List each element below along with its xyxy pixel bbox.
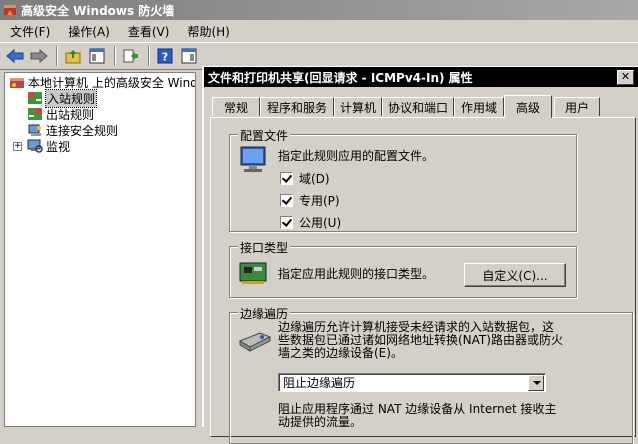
profiles-description: 指定此规则应用的配置文件。 <box>278 149 435 163</box>
svg-text:?: ? <box>162 51 168 64</box>
checkbox-label: 域(D) <box>299 172 330 186</box>
tree-item-connection-security-rules[interactable]: 连接安全规则 <box>27 122 118 138</box>
tree-item-label: 出站规则 <box>46 107 95 122</box>
connection-security-icon <box>27 123 43 137</box>
chevron-down-icon[interactable] <box>528 375 544 391</box>
toolbar-separator <box>148 46 150 66</box>
tab-general[interactable]: 常规 <box>212 97 260 116</box>
interface-types-group: 接口类型 指定应用此规则的接口类型。 自定义(C)... <box>229 239 577 298</box>
checkbox-label: 公用(U) <box>299 216 342 230</box>
console-tree: 本地计算机 上的高级安全 Wind 入站规则 出站规则 连接安全规则 + 监视 <box>4 72 196 427</box>
menu-help[interactable]: 帮助(H) <box>177 23 237 40</box>
inbound-rules-icon <box>27 91 43 105</box>
tree-item-inbound-rules[interactable]: 入站规则 <box>27 88 98 108</box>
profiles-legend: 配置文件 <box>238 127 291 144</box>
advanced-tab-panel: 配置文件 指定此规则应用的配置文件。 域(D) 专用(P) 公用(U) 接口类型 <box>210 117 636 444</box>
customize-button-label: 自定义(C)... <box>482 268 548 283</box>
interface-types-legend: 接口类型 <box>238 239 291 256</box>
monitor-expand-toggle[interactable]: + <box>13 142 22 151</box>
help-line: 动提供的流量。 <box>278 415 363 429</box>
public-checkbox[interactable]: 公用(U) <box>280 214 341 231</box>
rule-properties-dialog: 文件和打印机共享(回显请求 - ICMPv4-In) 属性 ✕ 常规 程序和服务… <box>202 66 638 444</box>
toolbar-separator <box>56 46 58 66</box>
main-window-title: 高级安全 Windows 防火墙 <box>21 3 175 18</box>
tree-item-label: 连接安全规则 <box>46 123 119 138</box>
domain-checkbox[interactable]: 域(D) <box>280 170 330 187</box>
tab-label: 作用域 <box>460 100 497 115</box>
tab-label: 常规 <box>223 100 248 115</box>
edge-traversal-group: 边缘遍历 边缘遍历允许计算机接受未经请求的入站数据包，这 些数据包已通过诸如网络… <box>229 305 633 444</box>
up-folder-icon[interactable] <box>62 45 84 67</box>
tree-item-monitoring[interactable]: 监视 <box>27 138 70 154</box>
tree-root-item[interactable]: 本地计算机 上的高级安全 Wind <box>9 74 196 90</box>
tree-item-label: 入站规则 <box>44 88 98 108</box>
menu-file[interactable]: 文件(F) <box>0 23 58 40</box>
menu-view[interactable]: 查看(V) <box>118 23 178 40</box>
tab-label: 协议和端口 <box>387 100 448 115</box>
checkbox-label: 专用(P) <box>299 194 340 208</box>
tab-users[interactable]: 用户 <box>554 97 600 116</box>
tab-protocols-ports[interactable]: 协议和端口 <box>382 97 454 116</box>
help-icon[interactable]: ? <box>154 45 176 67</box>
interface-types-description: 指定应用此规则的接口类型。 <box>278 267 435 281</box>
checkbox-box[interactable] <box>280 194 293 207</box>
outbound-rules-icon <box>27 107 43 121</box>
monitoring-icon <box>27 139 43 153</box>
tab-label: 程序和服务 <box>266 100 327 115</box>
tree-root-label: 本地计算机 上的高级安全 Wind <box>28 75 196 90</box>
tab-computers[interactable]: 计算机 <box>334 97 382 116</box>
network-card-icon <box>238 259 270 292</box>
profiles-group: 配置文件 指定此规则应用的配置文件。 域(D) 专用(P) 公用(U) <box>229 127 577 232</box>
back-arrow-icon[interactable] <box>4 45 26 67</box>
select-value: 阻止边缘遍历 <box>283 376 356 390</box>
firewall-computer-icon <box>9 75 25 89</box>
tree-item-outbound-rules[interactable]: 出站规则 <box>27 106 94 122</box>
customize-button[interactable]: 自定义(C)... <box>464 263 566 287</box>
tab-programs-services[interactable]: 程序和服务 <box>260 97 334 116</box>
checkbox-box[interactable] <box>280 216 293 229</box>
firewall-app-icon <box>3 3 17 17</box>
edge-traversal-description: 边缘遍历允许计算机接受未经请求的入站数据包，这 些数据包已通过诸如网络地址转换(… <box>278 321 563 360</box>
description-line: 墙之类的边缘设备(E)。 <box>278 346 403 360</box>
checkbox-box[interactable] <box>280 172 293 185</box>
forward-arrow-icon[interactable] <box>28 45 50 67</box>
tab-label: 高级 <box>515 100 540 115</box>
main-title-bar: 高级安全 Windows 防火墙 <box>0 0 638 20</box>
tab-advanced[interactable]: 高级 <box>504 95 552 118</box>
toolbar-separator <box>114 46 116 66</box>
dialog-title: 文件和打印机共享(回显请求 - ICMPv4-In) 属性 <box>208 70 473 85</box>
menu-action[interactable]: 操作(A) <box>58 23 118 40</box>
edge-traversal-help: 阻止应用程序通过 NAT 边缘设备从 Internet 接收主 动提供的流量。 <box>278 403 557 429</box>
dialog-title-bar: 文件和打印机共享(回显请求 - ICMPv4-In) 属性 <box>204 67 638 87</box>
properties-pane-icon[interactable] <box>178 45 200 67</box>
tab-label: 计算机 <box>339 100 376 115</box>
menu-bar: 文件(F) 操作(A) 查看(V) 帮助(H) <box>0 20 638 42</box>
private-checkbox[interactable]: 专用(P) <box>280 192 340 209</box>
close-icon[interactable]: ✕ <box>617 70 634 85</box>
edge-traversal-select[interactable]: 阻止边缘遍历 <box>278 373 546 392</box>
export-list-icon[interactable] <box>120 45 142 67</box>
profile-monitor-icon <box>238 145 268 180</box>
tree-item-label: 监视 <box>46 139 71 154</box>
show-hide-tree-icon[interactable] <box>86 45 108 67</box>
tab-label: 用户 <box>564 100 589 115</box>
edge-device-icon <box>238 327 272 356</box>
tab-scope[interactable]: 作用域 <box>454 97 504 116</box>
